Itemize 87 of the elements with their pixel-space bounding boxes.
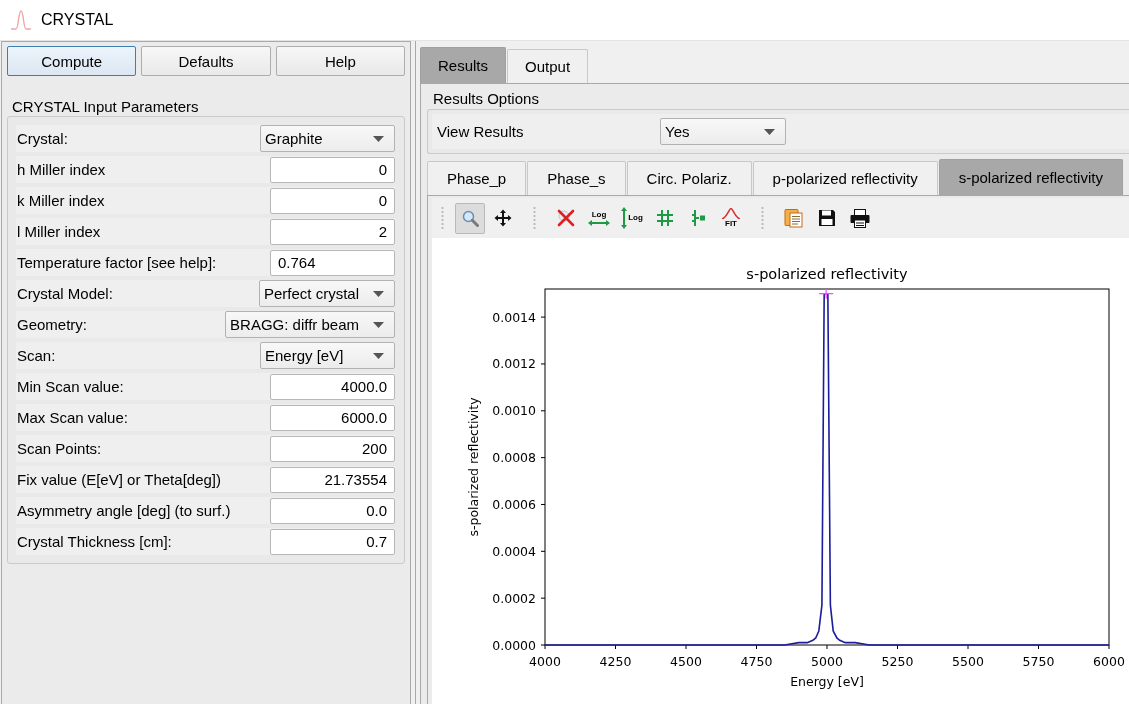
- four-way-arrow-icon: [494, 209, 512, 227]
- fit-button[interactable]: FIT: [716, 202, 746, 234]
- x-tick-label: 5750: [1022, 654, 1055, 669]
- horizontal-double-arrow-icon: [588, 219, 610, 226]
- parameter-label: k Miller index: [17, 192, 105, 209]
- chart-title: s-polarized reflectivity: [746, 266, 908, 282]
- search-icon: [461, 209, 479, 227]
- toolbar-grip[interactable]: [441, 206, 444, 230]
- y-tick-label: 0.0012: [492, 356, 536, 372]
- clipboard-icon: [784, 208, 804, 228]
- input-field[interactable]: 0.0: [270, 497, 395, 524]
- dropdown-arrow-icon: [373, 352, 384, 359]
- toolbar-grip[interactable]: [761, 206, 764, 230]
- option-label: View Results: [437, 123, 525, 140]
- window-title: CRYSTAL: [41, 11, 114, 29]
- input-field[interactable]: 200: [270, 435, 395, 462]
- parameter-label: Geometry:: [17, 316, 88, 333]
- dropdown[interactable]: Yes: [660, 118, 786, 145]
- tab[interactable]: s-polarized reflectivity: [938, 159, 1123, 195]
- tab[interactable]: Output: [507, 49, 589, 83]
- parameter-label: Crystal Model:: [17, 285, 113, 302]
- parameter-label: Fix value (E[eV] or Theta[deg]): [17, 471, 221, 488]
- y-tick-label: 0.0010: [492, 403, 536, 419]
- input-field[interactable]: 0.7: [270, 528, 395, 555]
- section-title: Results Options: [433, 90, 540, 108]
- dropdown-arrow-icon: [764, 128, 775, 135]
- printer-icon: [850, 208, 870, 228]
- y-tick-label: 0.0000: [492, 637, 536, 653]
- grid-icon: [657, 210, 673, 226]
- marker-line-icon: [689, 210, 707, 226]
- input-field[interactable]: 21.73554: [270, 466, 395, 493]
- dropdown[interactable]: Perfect crystal: [258, 280, 395, 307]
- action-button[interactable]: Help: [275, 46, 405, 76]
- parameter-label: Asymmetry angle [deg] (to surf.): [17, 502, 231, 519]
- parameter-label: Max Scan value:: [17, 409, 128, 426]
- x-tick-label: 5500: [952, 654, 984, 669]
- x-tick-label: 4250: [599, 654, 632, 669]
- input-field[interactable]: 0.764: [270, 249, 395, 276]
- x-tick-label: 4000: [529, 654, 561, 669]
- y-axis-label: s-polarized reflectivity: [466, 397, 481, 537]
- y-tick-label: 0.0006: [492, 496, 536, 512]
- y-tick-label: 0.0014: [492, 309, 536, 325]
- log-y-button[interactable]: Log: [617, 202, 647, 234]
- x-mark-icon: [557, 209, 575, 227]
- tab[interactable]: Phase_p: [427, 161, 527, 195]
- input-field[interactable]: 0: [270, 156, 395, 183]
- x-tick-label: 5000: [811, 654, 843, 669]
- x-tick-label: 4750: [740, 654, 773, 669]
- y-tick-label: 0.0008: [492, 450, 536, 466]
- input-field[interactable]: 4000.0: [270, 373, 395, 400]
- x-tick-label: 6000: [1093, 654, 1125, 669]
- action-button[interactable]: Defaults: [141, 46, 271, 76]
- parameter-label: Crystal Thickness [cm]:: [17, 533, 172, 550]
- vertical-double-arrow-icon: [621, 207, 628, 229]
- plus-marker: [818, 288, 834, 300]
- x-tick-label: 5250: [881, 654, 914, 669]
- parameter-label: Scan:: [17, 347, 56, 364]
- y-tick-label: 0.0002: [492, 590, 536, 606]
- dropdown-arrow-icon: [373, 290, 384, 297]
- x-tick-label: 4500: [670, 654, 702, 669]
- toolbar-grip[interactable]: [533, 206, 536, 230]
- dropdown-arrow-icon: [373, 135, 384, 142]
- x-axis-label: Energy [eV]: [790, 674, 864, 689]
- tab[interactable]: Results: [420, 47, 507, 83]
- y-tick-label: 0.0004: [492, 543, 536, 559]
- tab[interactable]: Circ. Polariz.: [626, 161, 752, 195]
- tab[interactable]: Phase_s: [527, 161, 626, 195]
- action-button[interactable]: Compute: [7, 46, 137, 76]
- dropdown[interactable]: BRAGG: diffr beam: [225, 311, 395, 338]
- parameter-label: Temperature factor [see help]:: [17, 254, 217, 271]
- parameter-label: Scan Points:: [17, 440, 102, 457]
- input-field[interactable]: 6000.0: [270, 404, 395, 431]
- parameter-label: h Miller index: [17, 161, 106, 178]
- log-x-button[interactable]: Log: [584, 202, 614, 234]
- parameter-label: Crystal:: [17, 130, 68, 147]
- parameter-label: l Miller index: [17, 223, 101, 240]
- dropdown[interactable]: Graphite: [260, 125, 395, 152]
- peak-icon: [721, 208, 741, 219]
- peak-curve-icon: [10, 10, 32, 30]
- input-field[interactable]: 0: [270, 187, 395, 214]
- dropdown-arrow-icon: [373, 321, 384, 328]
- input-field[interactable]: 2: [270, 218, 395, 245]
- dropdown[interactable]: Energy [eV]: [260, 342, 395, 369]
- tab[interactable]: p-polarized reflectivity: [752, 161, 938, 195]
- zoom-button[interactable]: [455, 202, 485, 234]
- parameter-label: Min Scan value:: [17, 378, 124, 395]
- group-title: CRYSTAL Input Parameters: [12, 98, 200, 115]
